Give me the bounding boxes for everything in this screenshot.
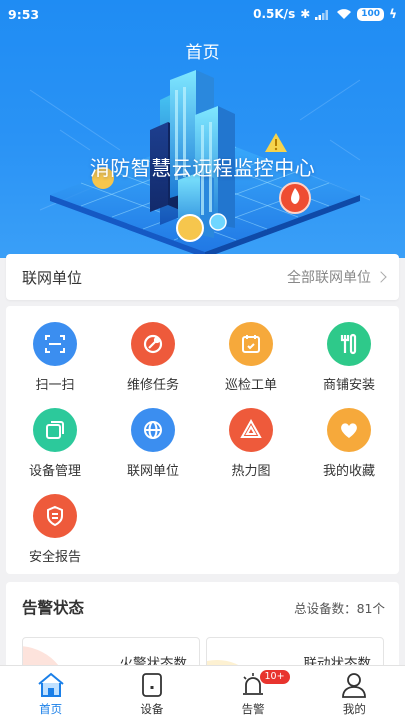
status-bar: 9:53 0.5K/s ✱ 100 ϟ bbox=[0, 0, 405, 28]
wifi-icon bbox=[337, 9, 352, 19]
tab-label: 首页 bbox=[39, 702, 63, 716]
tab-label: 设备 bbox=[140, 702, 164, 716]
grid-item-label: 我的收藏 bbox=[322, 464, 375, 479]
grid-item-label: 商铺安装 bbox=[322, 378, 375, 393]
grid-item-label: 巡检工单 bbox=[224, 378, 277, 393]
grid-item-label: 热力图 bbox=[231, 464, 271, 479]
function-grid: 扫一扫 维修任务 巡检工单 商铺安装 设备管理 联网单位 热力图 我的收藏 安全… bbox=[6, 306, 399, 574]
banner-title: 消防智慧云远程监控中心 bbox=[89, 156, 316, 180]
grid-item-inspection-order[interactable]: 巡检工单 bbox=[202, 322, 300, 393]
network-speed: 0.5K/s bbox=[253, 7, 296, 21]
tab-alarm[interactable]: 10+ 告警 bbox=[203, 666, 304, 720]
globe-icon bbox=[131, 408, 175, 452]
grid-item-networked-unit[interactable]: 联网单位 bbox=[104, 408, 202, 479]
grid-item-label: 联网单位 bbox=[126, 464, 179, 479]
all-networked-units-link[interactable]: 全部联网单位 bbox=[287, 267, 387, 287]
grid-item-repair-task[interactable]: 维修任务 bbox=[104, 322, 202, 393]
tab-home[interactable]: 首页 bbox=[0, 666, 101, 720]
total-device-count: 总设备数：81个 bbox=[294, 601, 385, 616]
report-icon bbox=[33, 494, 77, 538]
battery-icon: 100 bbox=[357, 7, 385, 21]
networked-unit-label: 联网单位 bbox=[22, 268, 83, 287]
all-networked-units-text: 全部联网单位 bbox=[287, 270, 371, 286]
page-title: 首页 bbox=[185, 43, 220, 63]
grid-item-safety-report[interactable]: 安全报告 bbox=[6, 494, 104, 565]
tab-label: 我的 bbox=[342, 702, 366, 716]
tab-label: 告警 bbox=[241, 702, 265, 716]
bluetooth-icon: ✱ bbox=[300, 7, 311, 21]
calendar-icon bbox=[229, 322, 273, 366]
home-icon bbox=[37, 672, 64, 697]
device-icon bbox=[141, 673, 162, 697]
charging-icon: ϟ bbox=[389, 7, 397, 21]
tools-icon bbox=[327, 322, 371, 366]
heatmap-icon bbox=[229, 408, 273, 452]
grid-item-label: 设备管理 bbox=[28, 464, 81, 479]
grid-item-label: 维修任务 bbox=[126, 378, 179, 393]
heart-icon bbox=[327, 408, 371, 452]
grid-item-label: 安全报告 bbox=[28, 550, 81, 565]
user-icon bbox=[342, 673, 367, 698]
device-manage-icon bbox=[33, 408, 77, 452]
tab-device[interactable]: 设备 bbox=[101, 666, 202, 720]
grid-item-heatmap[interactable]: 热力图 bbox=[202, 408, 300, 479]
networked-unit-row[interactable]: 联网单位 全部联网单位 bbox=[6, 254, 399, 300]
banner: 9:53 0.5K/s ✱ 100 ϟ 首页 消防智慧云远程监控中心 bbox=[0, 0, 405, 258]
status-time: 9:53 bbox=[8, 6, 40, 22]
alarm-count-badge: 10+ bbox=[258, 669, 291, 685]
grid-item-device-management[interactable]: 设备管理 bbox=[6, 408, 104, 479]
bottom-tab-bar: 首页 设备 10+ 告警 我的 bbox=[0, 665, 405, 720]
grid-item-label: 扫一扫 bbox=[35, 378, 75, 393]
grid-item-scan[interactable]: 扫一扫 bbox=[6, 322, 104, 393]
grid-item-shop-install[interactable]: 商铺安装 bbox=[300, 322, 398, 393]
grid-item-my-favorites[interactable]: 我的收藏 bbox=[300, 408, 398, 479]
cellular-signal-icon bbox=[315, 9, 329, 20]
chevron-right-icon bbox=[375, 271, 387, 283]
scan-icon bbox=[33, 322, 77, 366]
wrench-icon bbox=[131, 322, 175, 366]
alarm-status-title: 告警状态 bbox=[22, 599, 85, 617]
tab-mine[interactable]: 我的 bbox=[304, 666, 405, 720]
